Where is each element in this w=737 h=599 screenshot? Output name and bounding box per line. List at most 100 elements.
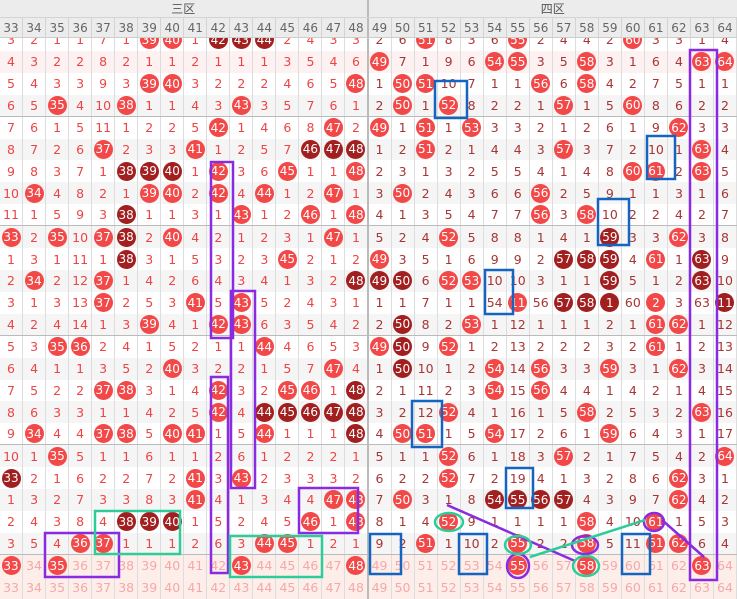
omission-count: 1 — [76, 361, 84, 376]
drawn-ball: 54 — [485, 52, 504, 71]
omission-count: 1 — [122, 449, 130, 464]
cell: 33 — [0, 226, 23, 248]
omission-count: 5 — [145, 426, 153, 441]
omission-count: 2 — [30, 230, 38, 245]
drawn-ball: 52 — [439, 512, 458, 531]
omission-count: 56 — [533, 295, 549, 310]
omission-count: 3 — [7, 536, 15, 551]
cell: 1 — [322, 248, 345, 270]
cell: 1 — [207, 204, 230, 225]
omission-count: 7 — [514, 207, 522, 222]
omission-count: 1 — [537, 514, 545, 529]
omission-count: 61 — [648, 558, 664, 573]
cell: 7 — [622, 445, 645, 467]
cell: 3 — [461, 182, 484, 204]
omission-count: 4 — [191, 98, 199, 113]
cell: 1 — [507, 73, 530, 95]
omission-count: 1 — [675, 514, 683, 529]
cell: 4 — [369, 204, 392, 225]
omission-count: 4 — [260, 120, 268, 135]
cell: 1 — [299, 533, 322, 554]
omission-count: 6 — [560, 426, 568, 441]
cell: 12 — [714, 314, 737, 335]
cell: 9 — [415, 336, 438, 358]
cell: 53 — [461, 555, 484, 577]
omission-count: 1 — [560, 273, 568, 288]
omission-count: 18 — [510, 449, 526, 464]
omission-count: 2 — [352, 471, 360, 486]
cell: 1 — [576, 270, 599, 292]
omission-count: 12 — [72, 273, 88, 288]
omission-count: 6 — [76, 142, 84, 157]
drawn-ball: 50 — [393, 424, 412, 443]
cell: 5 — [184, 248, 207, 270]
omission-count: 4 — [214, 492, 222, 507]
cell: 4 — [207, 489, 230, 511]
cell: 52 — [438, 226, 461, 248]
repeat-ball: 33 — [2, 469, 21, 488]
draw-row: 7522373831442324546148211123541556441421… — [0, 380, 737, 402]
cell: 3 — [299, 467, 322, 489]
omission-count: 5 — [652, 449, 660, 464]
omission-count: 1 — [721, 471, 729, 486]
omission-count: 2 — [560, 339, 568, 354]
cell: 58 — [576, 555, 599, 577]
drawn-ball: 53 — [462, 271, 481, 290]
zone-4-label: 四区 — [369, 0, 737, 17]
cell: 5 — [207, 292, 230, 314]
drawn-ball: 40 — [163, 74, 182, 93]
omission-count: 4 — [53, 536, 61, 551]
omission-count: 1 — [99, 317, 107, 332]
cell: 1 — [392, 292, 415, 314]
drawn-ball: 62 — [669, 228, 688, 247]
omission-count: 2 — [329, 449, 337, 464]
cell: 6 — [69, 139, 92, 161]
cell: 7 — [392, 51, 415, 73]
cell: 37 — [92, 139, 115, 161]
omission-count: 4 — [30, 361, 38, 376]
cell: 54 — [484, 555, 507, 577]
cell: 2 — [0, 270, 23, 292]
omission-count: 14 — [510, 361, 526, 376]
cell: 4 — [92, 511, 115, 533]
omission-count: 1 — [468, 142, 476, 157]
omission-count: 1 — [283, 273, 291, 288]
omission-count: 5 — [306, 54, 314, 69]
omission-count: 4 — [191, 383, 199, 398]
cell: 1 — [576, 314, 599, 335]
omission-count: 1 — [560, 471, 568, 486]
omission-count: 2 — [468, 361, 476, 376]
cell: 36 — [69, 577, 92, 599]
cell: 54 — [484, 577, 507, 599]
cell: 58 — [576, 204, 599, 225]
cell: 4 — [461, 401, 484, 423]
cell: 59 — [599, 423, 622, 444]
cell: 62 — [668, 226, 691, 248]
cell: 5 — [23, 533, 46, 554]
omission-count: 14 — [717, 361, 733, 376]
omission-count: 7 — [76, 164, 84, 179]
cell: 2 — [161, 467, 184, 489]
cell: 4 — [46, 533, 69, 554]
omission-count: 7 — [468, 471, 476, 486]
cell: 2 — [645, 380, 668, 402]
omission-count: 4 — [583, 383, 591, 398]
cell: 33 — [0, 577, 23, 599]
cell: 2 — [92, 467, 115, 489]
omission-count: 5 — [283, 514, 291, 529]
omission-count: 7 — [30, 142, 38, 157]
column-header-41: 41 — [184, 18, 207, 37]
omission-count: 63 — [694, 580, 710, 595]
cell: 4 — [253, 511, 276, 533]
cell: 10 — [484, 270, 507, 292]
omission-count: 1 — [214, 207, 222, 222]
omission-count: 3 — [76, 405, 84, 420]
cell: 42 — [207, 555, 230, 577]
omission-count: 1 — [491, 76, 499, 91]
omission-count: 1 — [306, 164, 314, 179]
cell: 3 — [253, 248, 276, 270]
omission-count: 2 — [606, 471, 614, 486]
repeat-ball: 58 — [577, 250, 596, 269]
drawn-ball: 35 — [48, 556, 67, 575]
cell: 4 — [553, 226, 576, 248]
